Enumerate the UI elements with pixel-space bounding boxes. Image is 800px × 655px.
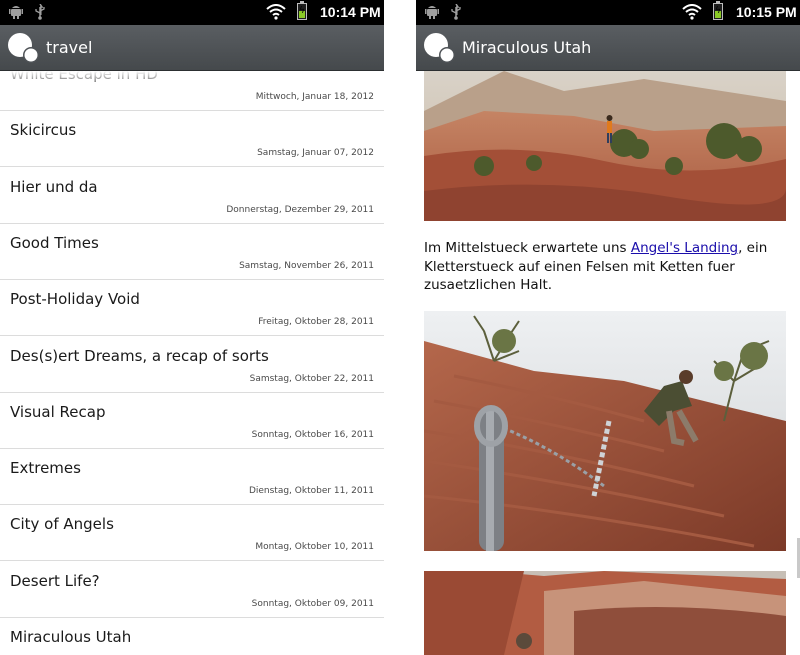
list-item[interactable]: Good Times Samstag, November 26, 2011	[0, 224, 384, 280]
post-date: Mittwoch, Januar 18, 2012	[255, 92, 374, 102]
post-title: Visual Recap	[10, 402, 106, 421]
android-debug-icon	[425, 4, 439, 20]
post-date: Dienstag, Oktober 11, 2011	[248, 486, 374, 497]
title-bar: Miraculous Utah	[416, 25, 800, 71]
post-title: Desert Life?	[10, 571, 100, 590]
post-date: Samstag, Januar 07, 2012	[257, 148, 374, 159]
post-date: Montag, Oktober 10, 2011	[255, 542, 374, 553]
article-photo-chain-climb	[424, 311, 786, 551]
paragraph-text: Im Mittelstueck erwartete uns	[424, 240, 631, 256]
list-item[interactable]: Miraculous UtahSamstag, Oktober 08, 2011	[0, 618, 384, 655]
list-item[interactable]: Des(s)ert Dreams, a recap of sorts Samsta…	[0, 337, 384, 393]
post-title: Skicircus	[10, 121, 77, 140]
post-list[interactable]: White Escape in HD Mittwoch, Januar 18, 2…	[0, 71, 384, 655]
post-title: Des(s)ert Dreams, a recap of sorts	[10, 346, 269, 365]
right-phone-screen: ϟ 10:15 PM Miraculous Utah Im Mittelstue…	[416, 0, 800, 655]
status-bar: ϟ 10:15 PM	[416, 0, 800, 25]
list-item[interactable]: City of Angels Montag, Oktober 10, 2011	[0, 505, 384, 562]
list-item[interactable]: Post-Holiday Void Freitag, Oktober 28, 20…	[0, 280, 384, 337]
list-item[interactable]: Visual Recap Sonntag, Oktober 16, 2011	[0, 393, 384, 449]
article-body[interactable]: Im Mittelstueck erwartete uns Angel's La…	[416, 71, 800, 655]
angels-landing-link[interactable]: Angel's Landing	[631, 240, 738, 256]
list-item[interactable]: Skicircus Samstag, Januar 07, 2012	[0, 111, 384, 168]
title-bar: travel	[0, 25, 384, 71]
android-debug-icon	[9, 4, 23, 20]
post-date: Sonntag, Oktober 09, 2011	[251, 598, 374, 609]
battery-charging-icon: ϟ	[297, 1, 307, 20]
post-title: Hier und da	[10, 177, 98, 196]
post-date: Sonntag, Oktober 16, 2011	[251, 429, 374, 440]
page-title: travel	[46, 38, 93, 57]
status-bar: ϟ 10:14 PM	[0, 0, 384, 25]
post-date: Samstag, November 26, 2011	[239, 260, 374, 271]
article-photo-canyon-valley	[424, 571, 786, 655]
post-title: Miraculous Utah	[10, 628, 132, 646]
post-date: Freitag, Oktober 28, 2011	[258, 317, 374, 328]
status-time: 10:14 PM	[320, 4, 381, 20]
post-title: Good Times	[10, 233, 99, 252]
list-item[interactable]: Hier und da Donnerstag, Dezember 29, 2011	[0, 168, 384, 224]
wifi-icon	[682, 4, 702, 24]
post-date: Donnerstag, Dezember 29, 2011	[226, 204, 374, 215]
post-title: City of Angels	[10, 515, 114, 534]
post-date: Samstag, Oktober 22, 2011	[249, 373, 374, 384]
app-logo-icon[interactable]	[423, 32, 455, 64]
list-item[interactable]: Extremes Dienstag, Oktober 11, 2011	[0, 449, 384, 506]
usb-icon	[34, 3, 46, 20]
page-title: Miraculous Utah	[462, 38, 592, 57]
article-photo-canyon-slope	[424, 71, 786, 221]
post-title: White Escape in HD	[10, 71, 158, 83]
left-phone-screen: ϟ 10:14 PM travel White Escape in HD Mitt…	[0, 0, 384, 655]
post-title: Post-Holiday Void	[10, 290, 140, 309]
list-item[interactable]: White Escape in HD Mittwoch, Januar 18, 2…	[0, 71, 384, 111]
app-logo-icon[interactable]	[7, 32, 39, 64]
post-title: Extremes	[10, 459, 81, 478]
battery-charging-icon: ϟ	[713, 1, 723, 20]
article-paragraph: Im Mittelstueck erwartete uns Angel's La…	[424, 239, 789, 295]
wifi-icon	[266, 4, 286, 24]
usb-icon	[450, 3, 462, 20]
status-time: 10:15 PM	[736, 4, 797, 20]
list-item[interactable]: Desert Life? Sonntag, Oktober 09, 2011	[0, 562, 384, 618]
